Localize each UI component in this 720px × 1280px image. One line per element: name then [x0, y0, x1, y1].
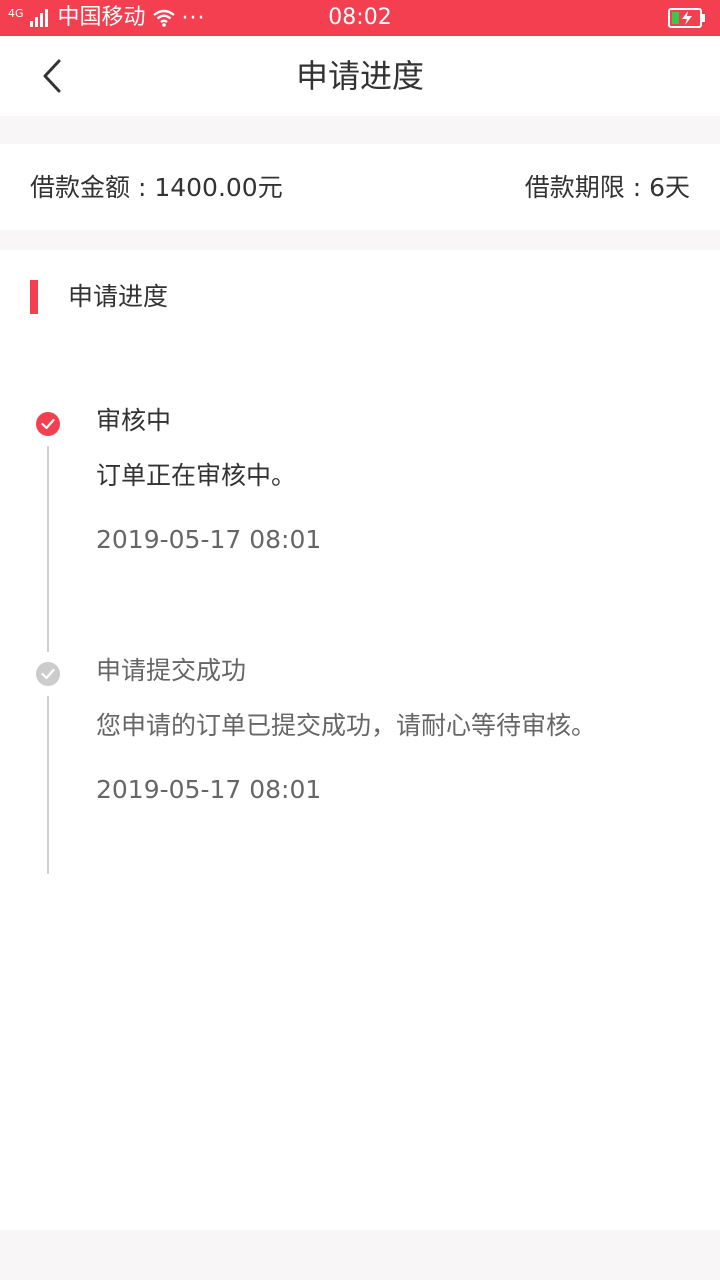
timeline-title: 申请提交成功: [96, 656, 247, 685]
section-accent-bar: [30, 280, 38, 314]
divider-gap: [0, 116, 720, 144]
battery-icon: [668, 8, 706, 32]
check-icon: [36, 412, 60, 436]
timeline-line: [47, 696, 49, 874]
timeline-title: 审核中: [96, 406, 172, 435]
progress-section: 申请进度 审核中 订单正在审核中。 2019-05-17 08:01 申请提交成…: [0, 250, 720, 1230]
loan-info: 借款金额 : 1400.00元 借款期限 : 6天: [0, 144, 720, 230]
timeline-description: 您申请的订单已提交成功，请耐心等待审核。: [96, 711, 597, 740]
loan-amount: 借款金额 : 1400.00元: [30, 173, 283, 202]
loan-term: 借款期限 : 6天: [524, 173, 690, 202]
status-time: 08:02: [328, 5, 392, 30]
status-bar: 4G 中国移动 ··· 08:02: [0, 0, 720, 36]
bottom-strip: [0, 1230, 720, 1280]
check-icon: [36, 662, 60, 686]
divider-gap: [0, 230, 720, 250]
page-title: 申请进度: [295, 57, 424, 95]
timeline-time: 2019-05-17 08:01: [96, 775, 322, 804]
timeline-time: 2019-05-17 08:01: [96, 525, 322, 554]
timeline-description: 订单正在审核中。: [96, 461, 297, 490]
nav-bar: 申请进度: [0, 36, 720, 116]
timeline-line: [47, 446, 49, 652]
section-title: 申请进度: [68, 282, 169, 311]
